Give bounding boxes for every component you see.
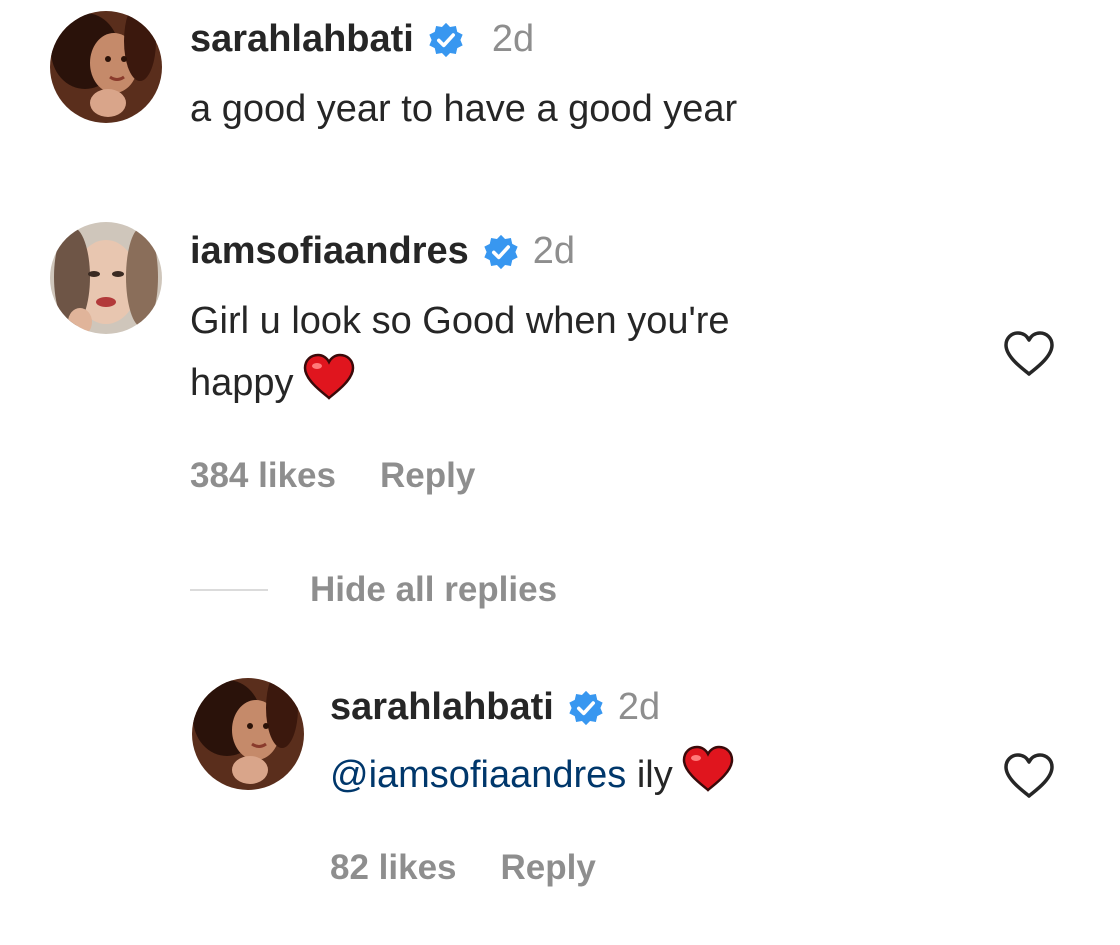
comment-text-line-2: happy <box>190 352 356 420</box>
reply-username[interactable]: sarahlahbati <box>330 686 554 729</box>
comment-2-meta: 384 likes Reply <box>190 456 475 496</box>
reply-header: sarahlahbati 2d <box>330 686 660 729</box>
reply-text: @iamsofiaandres ily <box>330 744 735 812</box>
comment-text-word: happy <box>190 362 294 404</box>
heart-outline-icon[interactable] <box>1002 752 1056 800</box>
comment-username[interactable]: iamsofiaandres <box>190 230 469 273</box>
reply-meta: 82 likes Reply <box>330 848 596 888</box>
avatar-sarahlahbati-reply[interactable] <box>192 678 304 790</box>
reply-time: 2d <box>617 686 661 728</box>
replies-toggle[interactable]: Hide all replies <box>190 570 557 610</box>
comment-text: a good year to have a good year <box>190 88 738 130</box>
red-heart-emoji-icon <box>681 745 735 812</box>
heart-outline-icon[interactable] <box>1002 330 1056 378</box>
avatar-iamsofiaandres[interactable] <box>50 222 162 334</box>
comment-text-line-1: Girl u look so Good when you're <box>190 300 730 342</box>
mention-link[interactable]: @iamsofiaandres <box>330 754 626 796</box>
divider-line <box>190 589 268 591</box>
reply-button[interactable]: Reply <box>501 848 596 888</box>
reply-text-body: ily <box>626 754 673 796</box>
comment-time: 2d <box>532 230 576 272</box>
comment-username[interactable]: sarahlahbati <box>190 18 414 61</box>
likes-count[interactable]: 384 likes <box>190 456 336 496</box>
hide-replies-button[interactable]: Hide all replies <box>310 570 557 610</box>
comment-time: 2d <box>491 18 535 60</box>
red-heart-emoji-icon <box>302 353 356 420</box>
comment-2-header: iamsofiaandres 2d <box>190 230 575 273</box>
avatar-sarahlahbati[interactable] <box>50 11 162 123</box>
verified-badge-icon <box>568 690 604 726</box>
verified-badge-icon <box>483 234 519 270</box>
verified-badge-icon <box>428 22 464 58</box>
likes-count[interactable]: 82 likes <box>330 848 457 888</box>
reply-button[interactable]: Reply <box>380 456 475 496</box>
comment-1-header: sarahlahbati 2d <box>190 18 534 61</box>
